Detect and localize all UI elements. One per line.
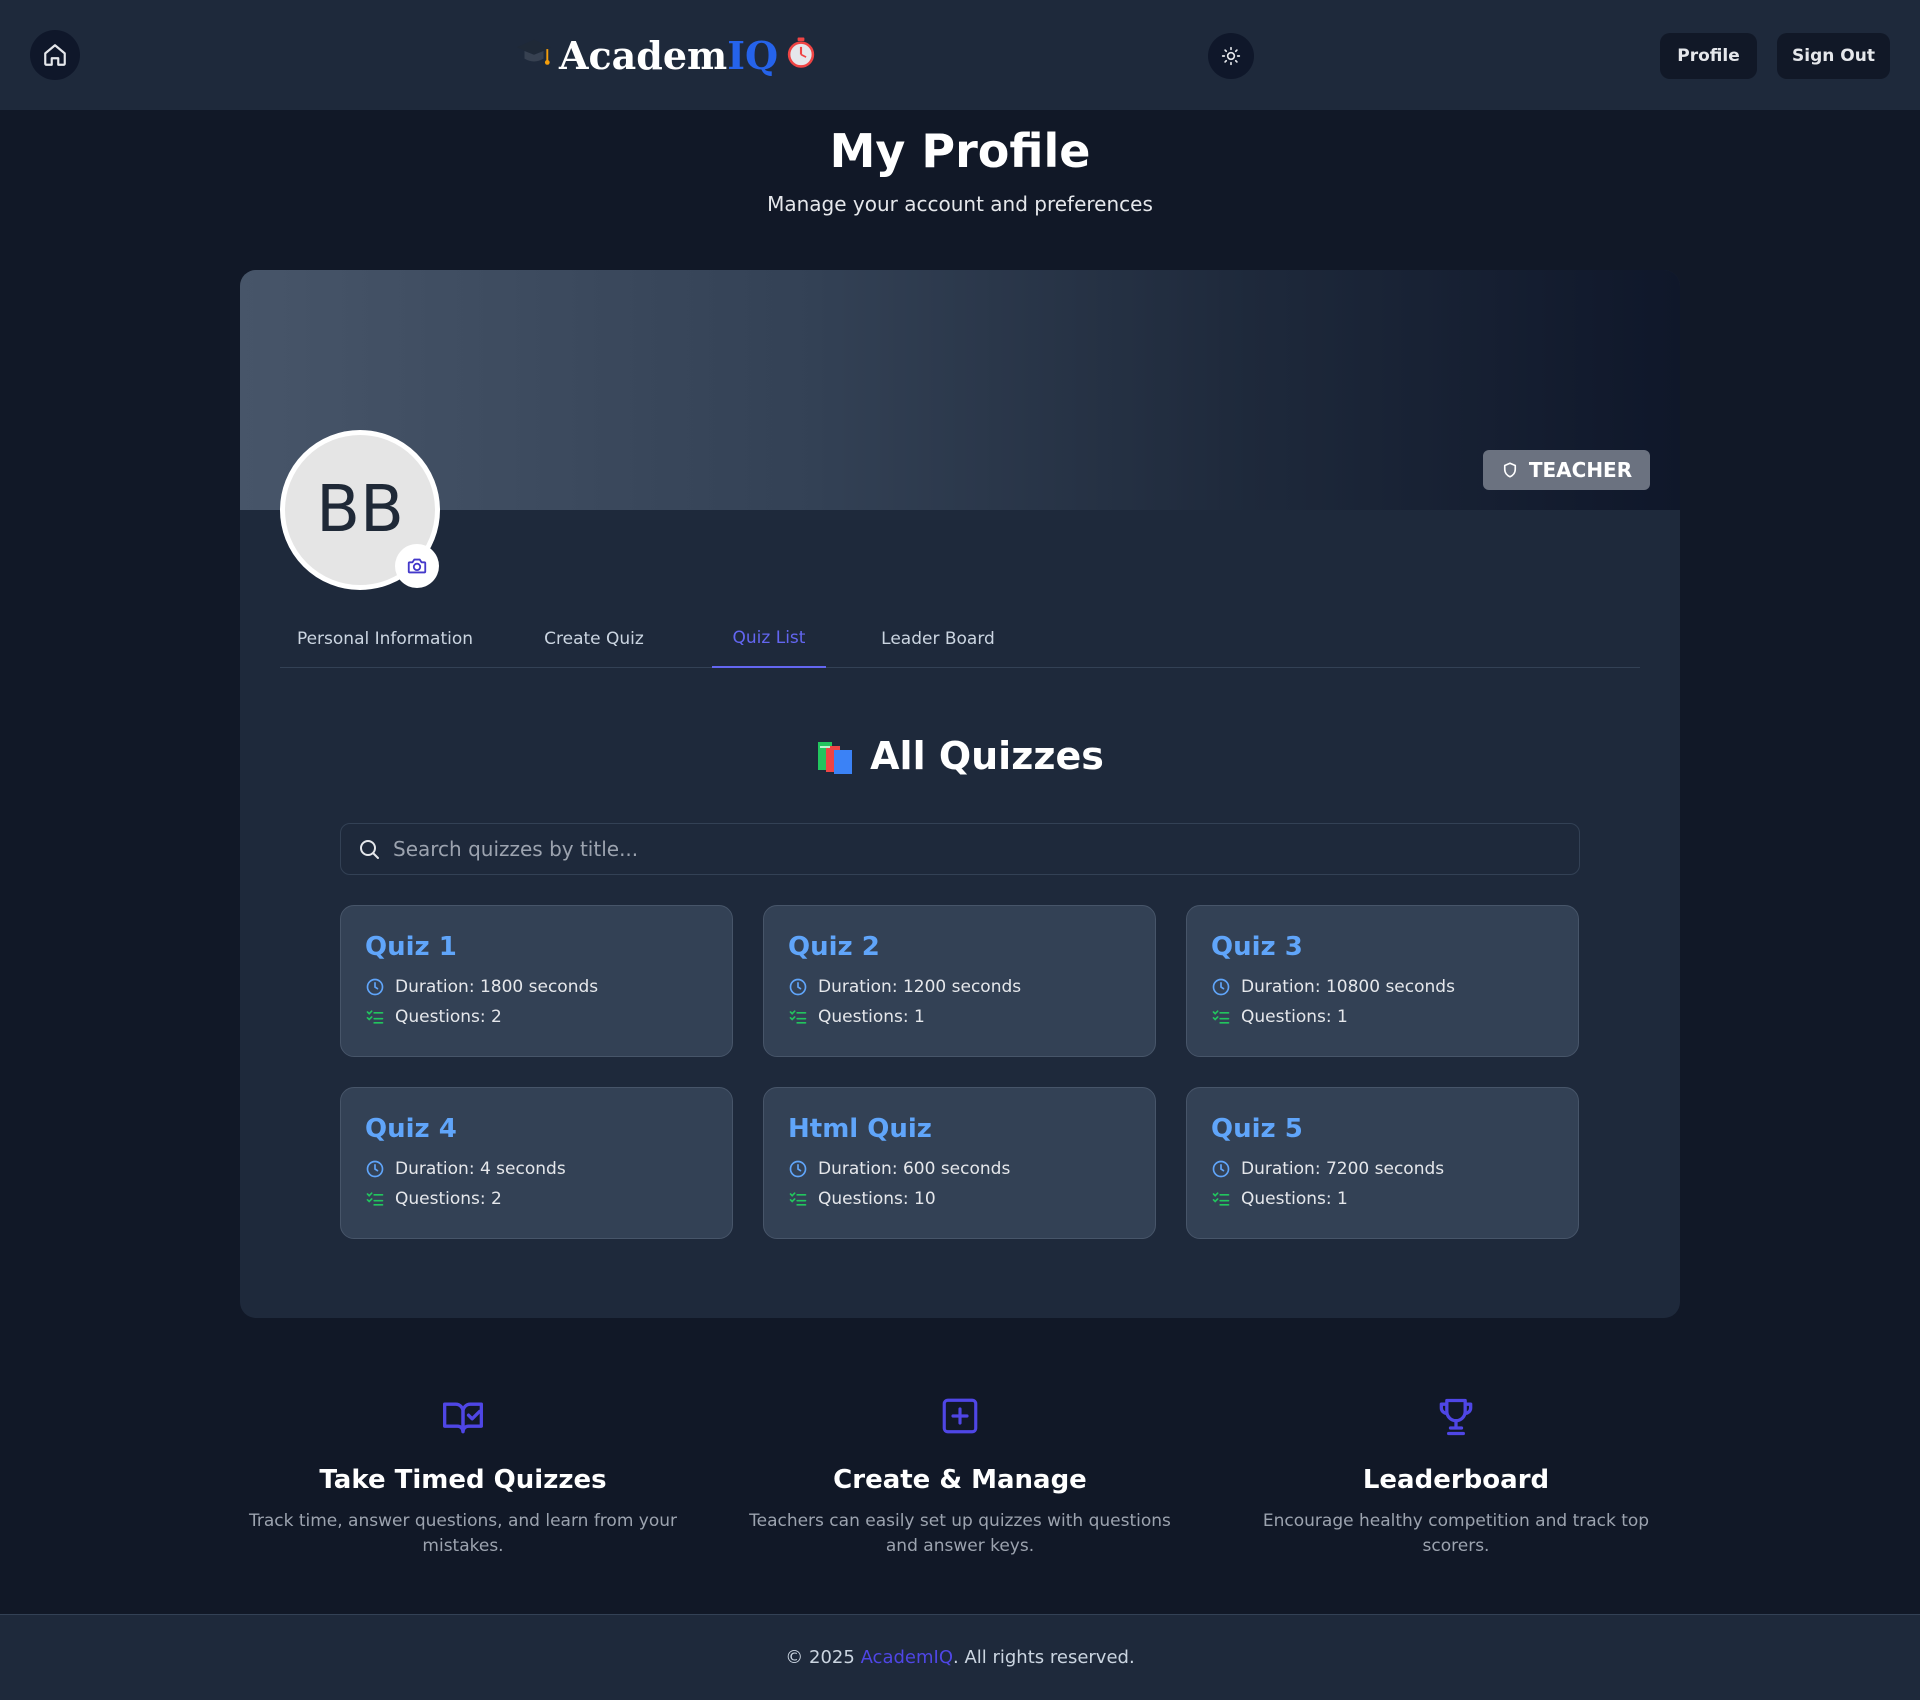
logo-text: AcademIQ: [559, 32, 779, 78]
quiz-duration-row: Duration: 4 seconds: [365, 1154, 708, 1184]
clock-icon: [366, 978, 384, 996]
quiz-duration: Duration: 600 seconds: [818, 1159, 1011, 1179]
quiz-title: Quiz 4: [365, 1114, 457, 1144]
quiz-questions: Questions: 1: [1241, 1189, 1348, 1209]
quiz-search-input[interactable]: [393, 837, 1553, 861]
quiz-list-title: All Quizzes: [870, 734, 1104, 778]
quiz-duration: Duration: 7200 seconds: [1241, 1159, 1445, 1179]
profile-banner: [240, 270, 1680, 510]
shield-icon: [1503, 462, 1516, 478]
quiz-card[interactable]: Quiz 5 Duration: 7200 seconds Questions:…: [1186, 1087, 1579, 1239]
page-subtitle: Manage your account and preferences: [767, 192, 1153, 216]
trophy-icon: [1439, 1398, 1473, 1436]
role-badge: TEACHER: [1483, 450, 1650, 490]
list-checks-icon: [1212, 1010, 1230, 1024]
quiz-card[interactable]: Quiz 4 Duration: 4 seconds Questions: 2: [340, 1087, 733, 1239]
home-icon: [44, 44, 66, 66]
footer: © 2025 AcademIQ. All rights reserved.: [0, 1614, 1920, 1700]
feature-description: Encourage healthy competition and track …: [1262, 1511, 1650, 1556]
quiz-questions-row: Questions: 1: [1211, 1184, 1554, 1214]
clock-icon: [789, 978, 807, 996]
quiz-card[interactable]: Quiz 3 Duration: 10800 seconds Questions…: [1186, 905, 1579, 1057]
quiz-questions-row: Questions: 2: [365, 1184, 708, 1214]
list-checks-icon: [1212, 1192, 1230, 1206]
quiz-title: Quiz 1: [365, 932, 457, 962]
quiz-duration: Duration: 1800 seconds: [395, 977, 599, 997]
quiz-duration-row: Duration: 10800 seconds: [1211, 972, 1554, 1002]
top-navbar: AcademIQ Profile Sign Out: [0, 0, 1920, 110]
quiz-questions-row: Questions: 10: [788, 1184, 1131, 1214]
sun-icon: [1221, 46, 1241, 66]
tab-leader-board[interactable]: Leader Board: [868, 610, 1008, 668]
footer-prefix: © 2025: [785, 1647, 855, 1668]
feature-leaderboard: Leaderboard Encourage healthy competitio…: [1236, 1395, 1676, 1559]
list-checks-icon: [789, 1192, 807, 1206]
quiz-card[interactable]: Html Quiz Duration: 600 seconds Question…: [763, 1087, 1156, 1239]
home-button[interactable]: [30, 30, 80, 80]
quiz-questions: Questions: 10: [818, 1189, 936, 1209]
quiz-duration-row: Duration: 1800 seconds: [365, 972, 708, 1002]
stopwatch-icon: [784, 33, 818, 78]
book-check-icon: [443, 1402, 483, 1434]
plus-square-icon: [942, 1398, 978, 1434]
list-checks-icon: [789, 1010, 807, 1024]
feature-title: Leaderboard: [1362, 1465, 1550, 1495]
profile-card: BB TEACHER Personal Information Create Q…: [240, 270, 1680, 1318]
feature-title: Take Timed Quizzes: [319, 1465, 607, 1495]
quiz-card[interactable]: Quiz 2 Duration: 1200 seconds Questions:…: [763, 905, 1156, 1057]
clock-icon: [789, 1160, 807, 1178]
feature-title: Create & Manage: [833, 1465, 1087, 1495]
list-checks-icon: [366, 1010, 384, 1024]
quiz-title: Quiz 3: [1211, 932, 1303, 962]
quiz-title: Quiz 2: [788, 932, 880, 962]
quiz-duration: Duration: 4 seconds: [395, 1159, 566, 1179]
app-logo[interactable]: AcademIQ: [515, 30, 818, 80]
quiz-questions: Questions: 2: [395, 1007, 502, 1027]
list-checks-icon: [366, 1192, 384, 1206]
graduation-cap-icon: [515, 32, 553, 79]
quiz-card[interactable]: Quiz 1 Duration: 1800 seconds Questions:…: [340, 905, 733, 1057]
quiz-search-box: [340, 823, 1580, 875]
tab-create-quiz[interactable]: Create Quiz: [524, 610, 664, 668]
quiz-questions-row: Questions: 1: [1211, 1002, 1554, 1032]
books-icon: [818, 742, 853, 774]
quiz-grid: Quiz 1 Duration: 1800 seconds Questions:…: [340, 905, 1580, 1239]
theme-toggle-button[interactable]: [1208, 33, 1254, 79]
profile-button[interactable]: Profile: [1660, 33, 1757, 79]
quiz-duration: Duration: 1200 seconds: [818, 977, 1022, 997]
feature-description: Teachers can easily set up quizzes with …: [749, 1511, 1171, 1556]
camera-icon: [407, 558, 427, 574]
quiz-questions: Questions: 2: [395, 1189, 502, 1209]
role-label: TEACHER: [1528, 458, 1633, 482]
quiz-duration-row: Duration: 7200 seconds: [1211, 1154, 1554, 1184]
quiz-questions: Questions: 1: [1241, 1007, 1348, 1027]
feature-create-manage: Create & Manage Teachers can easily set …: [740, 1395, 1180, 1559]
search-icon: [360, 840, 379, 859]
tab-quiz-list[interactable]: Quiz List: [712, 610, 826, 668]
feature-timed-quizzes: Take Timed Quizzes Track time, answer qu…: [243, 1395, 683, 1559]
clock-icon: [1212, 978, 1230, 996]
clock-icon: [366, 1160, 384, 1178]
footer-brand-link[interactable]: AcademIQ: [861, 1647, 953, 1668]
quiz-list-heading: All Quizzes: [240, 734, 1680, 778]
sign-out-button[interactable]: Sign Out: [1777, 33, 1890, 79]
quiz-title: Quiz 5: [1211, 1114, 1303, 1144]
change-avatar-button[interactable]: [395, 544, 439, 588]
profile-tabs: Personal Information Create Quiz Quiz Li…: [280, 610, 1640, 668]
footer-suffix: . All rights reserved.: [953, 1647, 1135, 1668]
quiz-questions-row: Questions: 2: [365, 1002, 708, 1032]
page-title: My Profile: [829, 124, 1091, 178]
quiz-title: Html Quiz: [788, 1114, 932, 1144]
quiz-duration-row: Duration: 1200 seconds: [788, 972, 1131, 1002]
clock-icon: [1212, 1160, 1230, 1178]
quiz-duration-row: Duration: 600 seconds: [788, 1154, 1131, 1184]
tab-personal-information[interactable]: Personal Information: [280, 610, 490, 668]
quiz-duration: Duration: 10800 seconds: [1241, 977, 1455, 997]
feature-description: Track time, answer questions, and learn …: [248, 1511, 678, 1556]
quiz-questions: Questions: 1: [818, 1007, 925, 1027]
quiz-questions-row: Questions: 1: [788, 1002, 1131, 1032]
